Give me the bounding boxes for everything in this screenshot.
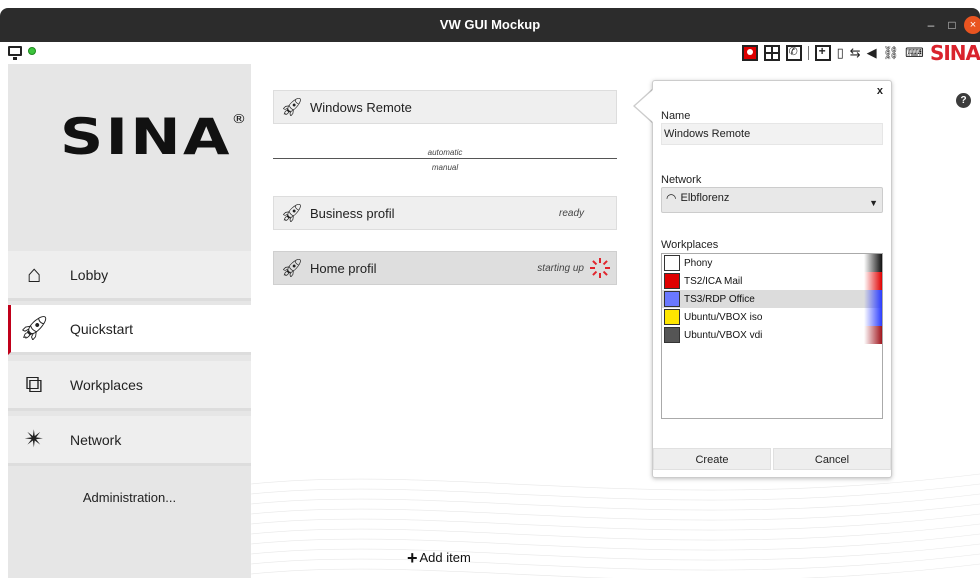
background-waves bbox=[251, 473, 980, 578]
phone-icon[interactable]: ✆ bbox=[785, 45, 802, 61]
user-red-icon bbox=[664, 273, 680, 289]
workplace-color-bar bbox=[864, 308, 882, 326]
mode-divider bbox=[273, 158, 617, 159]
toolbar-divider bbox=[807, 46, 809, 60]
profile-name: Business profil bbox=[310, 205, 395, 221]
window-title: VW GUI Mockup bbox=[439, 17, 541, 32]
plus-icon: + bbox=[407, 547, 418, 568]
screen-icon bbox=[664, 291, 680, 307]
profile-windows-remote[interactable]: 🚀︎ Windows Remote bbox=[273, 90, 617, 124]
phone-icon bbox=[664, 255, 680, 271]
workplace-name: Phony bbox=[684, 257, 713, 269]
workplace-color-bar bbox=[864, 326, 882, 344]
sidebar-item-label: Quickstart bbox=[70, 320, 134, 337]
grid-icon bbox=[664, 327, 680, 343]
list-item[interactable]: Ubuntu/VBOX iso bbox=[662, 308, 882, 326]
sidebar-item-lobby[interactable]: ⌂ Lobby bbox=[8, 251, 251, 301]
name-label: Name bbox=[661, 110, 691, 122]
minimize-button[interactable]: – bbox=[922, 16, 940, 34]
list-item[interactable]: Ubuntu/VBOX vdi bbox=[662, 326, 882, 344]
top-toolbar: ✆ + ▯ ⇆ ◀ ⛓ ⌨ SINA bbox=[0, 41, 980, 65]
keyboard-icon[interactable]: ⌨ bbox=[905, 45, 924, 61]
administration-link[interactable]: Administration... bbox=[8, 490, 251, 505]
workplaces-icon: ⧉ bbox=[25, 370, 43, 398]
workplace-name: TS2/ICA Mail bbox=[684, 275, 743, 287]
spinner-icon bbox=[590, 258, 610, 278]
profile-name: Home profil bbox=[310, 260, 377, 276]
profile-name: Windows Remote bbox=[310, 99, 412, 115]
mode-manual[interactable]: manual bbox=[273, 163, 617, 172]
rocket-icon: 🚀︎ bbox=[280, 202, 304, 223]
profile-business[interactable]: 🚀︎ Business profil ready bbox=[273, 196, 617, 230]
sidebar: SINA® ⌂ Lobby 🚀︎ Quickstart ⧉ Workplaces… bbox=[8, 64, 251, 578]
workplace-name: Ubuntu/VBOX iso bbox=[684, 311, 763, 323]
sidebar-item-label: Lobby bbox=[70, 266, 109, 283]
monitor-icon[interactable] bbox=[8, 46, 22, 60]
rocket-icon: 🚀︎ bbox=[18, 315, 50, 342]
network-value: Elbflorenz bbox=[680, 192, 730, 204]
brand-logo: SINA bbox=[929, 41, 980, 65]
maximize-button[interactable]: □ bbox=[943, 16, 961, 34]
workplace-color-bar bbox=[864, 272, 882, 290]
add-item-label: Add item bbox=[419, 550, 471, 565]
sidebar-item-label: Workplaces bbox=[70, 376, 143, 393]
mode-automatic[interactable]: automatic bbox=[273, 148, 617, 157]
workplace-color-bar bbox=[864, 290, 882, 308]
workplace-name: TS3/RDP Office bbox=[684, 293, 755, 305]
user-red-icon[interactable] bbox=[741, 45, 758, 61]
panel-pointer-inner bbox=[635, 89, 654, 123]
panel-close-button[interactable]: x bbox=[877, 85, 883, 97]
list-item[interactable]: TS2/ICA Mail bbox=[662, 272, 882, 290]
add-item-button[interactable]: + Add item bbox=[407, 547, 471, 568]
workplace-color-bar bbox=[864, 254, 882, 272]
profile-status: starting up bbox=[537, 262, 584, 274]
profile-editor-panel: x Name Windows Remote Network ◠ Elbflore… bbox=[652, 80, 892, 478]
sidebar-item-quickstart[interactable]: 🚀︎ Quickstart bbox=[8, 305, 251, 355]
workplaces-label: Workplaces bbox=[661, 239, 719, 251]
rocket-icon: 🚀︎ bbox=[280, 257, 304, 278]
rocket-icon: 🚀︎ bbox=[280, 96, 304, 117]
network-label: Network bbox=[661, 174, 702, 186]
connection-icon[interactable]: ⇆ bbox=[850, 45, 861, 61]
close-button[interactable]: × bbox=[964, 16, 980, 34]
status-dot-icon bbox=[28, 47, 36, 55]
sina-logo: SINA® bbox=[60, 108, 249, 166]
list-item[interactable]: Phony bbox=[662, 254, 882, 272]
profile-home[interactable]: 🚀︎ Home profil starting up bbox=[273, 251, 617, 285]
home-icon: ⌂ bbox=[26, 260, 42, 288]
help-icon[interactable]: ? bbox=[956, 93, 971, 108]
list-item[interactable]: TS3/RDP Office bbox=[662, 290, 882, 308]
workplaces-list[interactable]: Phony TS2/ICA Mail TS3/RDP Office Ubuntu… bbox=[661, 253, 883, 419]
name-field[interactable]: Windows Remote bbox=[661, 123, 883, 145]
create-button[interactable]: Create bbox=[653, 448, 771, 470]
network-select[interactable]: ◠ Elbflorenz ▼ bbox=[661, 187, 883, 213]
chevron-down-icon: ▼ bbox=[869, 198, 878, 208]
network-icon: ✴ bbox=[23, 426, 45, 453]
sidebar-item-network[interactable]: ✴ Network bbox=[8, 416, 251, 466]
grid-icon bbox=[664, 309, 680, 325]
speaker-icon[interactable]: ◀ bbox=[867, 45, 877, 61]
wifi-icon: ◠ bbox=[666, 191, 677, 205]
cancel-button[interactable]: Cancel bbox=[773, 448, 891, 470]
profile-status: ready bbox=[558, 207, 584, 219]
screen-add-icon[interactable]: + bbox=[814, 44, 831, 61]
sidebar-item-label: Network bbox=[70, 431, 122, 448]
battery-icon[interactable]: ▯ bbox=[837, 45, 844, 61]
grid-icon[interactable] bbox=[763, 45, 780, 61]
sidebar-item-workplaces[interactable]: ⧉ Workplaces bbox=[8, 361, 251, 411]
window-titlebar: VW GUI Mockup – □ × bbox=[0, 8, 980, 42]
workplace-name: Ubuntu/VBOX vdi bbox=[684, 329, 763, 341]
network-icon[interactable]: ⛓ bbox=[883, 45, 900, 61]
